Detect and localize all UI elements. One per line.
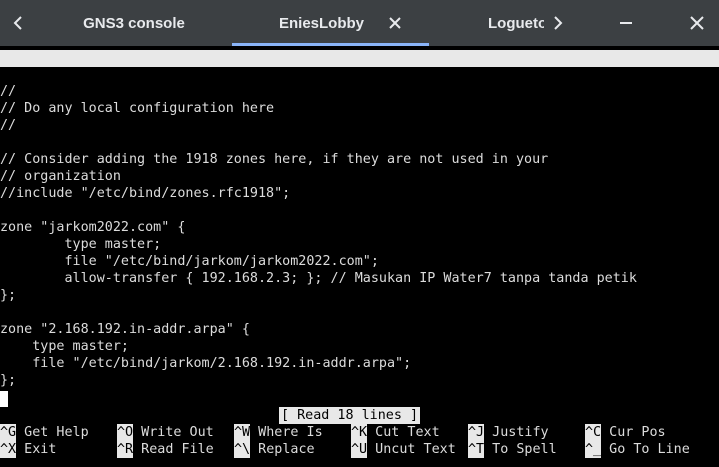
editor-line: allow-transfer { 192.168.2.3; }; // Masu…	[0, 271, 637, 286]
shortcut-key: ^_	[585, 441, 602, 458]
shortcut-write-out[interactable]: ^O Write Out	[117, 424, 214, 441]
shortcut-to-spell[interactable]: ^T To Spell	[468, 441, 557, 458]
tab-enieslobby[interactable]: EniesLobby	[232, 0, 429, 46]
editor-line: zone "2.168.192.in-addr.arpa" {	[0, 322, 250, 337]
text-cursor	[0, 391, 8, 407]
shortcut-replace[interactable]: ^\ Replace	[234, 441, 315, 458]
shortcut-label: Read File	[133, 442, 214, 457]
editor-line: type master;	[0, 237, 162, 252]
chevron-right-icon[interactable]	[544, 0, 572, 46]
editor-line: file "/etc/bind/jarkom/2.168.192.in-addr…	[0, 356, 412, 371]
shortcut-label: Cut Text	[367, 425, 440, 440]
shortcut-label: Uncut Text	[367, 442, 456, 457]
tab-bar: GNS3 console EniesLobby Loguetown	[0, 0, 719, 46]
shortcut-key: ^G	[0, 424, 17, 441]
close-icon[interactable]	[388, 16, 402, 30]
close-window-icon[interactable]	[679, 0, 715, 46]
shortcut-key: ^X	[0, 441, 17, 458]
shortcut-label: Write Out	[133, 425, 214, 440]
tab-gns3-console[interactable]: GNS3 console	[36, 0, 232, 46]
shortcut-label: Get Help	[16, 425, 89, 440]
shortcut-label: Justify	[484, 425, 549, 440]
shortcut-key: ^T	[468, 441, 485, 458]
shortcut-key: ^U	[351, 441, 368, 458]
shortcut-where-is[interactable]: ^W Where Is	[234, 424, 323, 441]
shortcut-label: Replace	[250, 442, 315, 457]
editor-line: file "/etc/bind/jarkom/jarkom2022.com";	[0, 254, 379, 269]
shortcut-get-help[interactable]: ^G Get Help	[0, 424, 89, 441]
shortcut-exit[interactable]: ^X Exit	[0, 441, 56, 458]
status-message: [ Read 18 lines ]	[279, 407, 421, 424]
nano-version: GNU nano 2.5.3	[18, 68, 128, 83]
shortcut-cur-pos[interactable]: ^C Cur Pos	[585, 424, 666, 441]
shortcut-key: ^O	[117, 424, 134, 441]
editor-line: // Consider adding the 1918 zones here, …	[0, 152, 549, 167]
shortcut-key: ^C	[585, 424, 602, 441]
tab-label: Loguetown	[488, 14, 544, 32]
editor-line: // Do any local configuration here	[0, 101, 275, 116]
shortcut-key: ^J	[468, 424, 485, 441]
shortcut-key: ^K	[351, 424, 368, 441]
shortcut-go-to-line[interactable]: ^_ Go To Line	[585, 441, 690, 458]
shortcut-uncut-text[interactable]: ^U Uncut Text	[351, 441, 456, 458]
shortcut-read-file[interactable]: ^R Read File	[117, 441, 214, 458]
tab-label: GNS3 console	[83, 14, 185, 32]
tab-label: EniesLobby	[279, 14, 365, 32]
shortcut-cut-text[interactable]: ^K Cut Text	[351, 424, 440, 441]
shortcut-label: To Spell	[484, 442, 557, 457]
shortcut-label: Go To Line	[601, 442, 690, 457]
minimize-icon[interactable]	[608, 0, 644, 46]
shortcut-key: ^R	[117, 441, 134, 458]
chevron-left-icon[interactable]	[4, 0, 32, 46]
editor-line: zone "jarkom2022.com" {	[0, 220, 186, 235]
editor-line: type master;	[0, 339, 129, 354]
shortcut-key: ^\	[234, 441, 251, 458]
active-tab-indicator	[232, 43, 429, 46]
editor-line: };	[0, 288, 17, 303]
editor-line: };	[0, 373, 17, 388]
editor-line: // organization	[0, 169, 121, 184]
editor-line: //include "/etc/bind/zones.rfc1918";	[0, 186, 291, 201]
tab-loguetown[interactable]: Loguetown	[488, 0, 544, 46]
shortcut-key: ^W	[234, 424, 251, 441]
editor-content[interactable]: // // Do any local configuration here // //…	[0, 83, 719, 389]
shortcut-label: Cur Pos	[601, 425, 666, 440]
editor-line: //	[0, 84, 17, 99]
shortcut-label: Where Is	[250, 425, 323, 440]
nano-title-bar: GNU nano 2.5.3 File: /etc/bind/named.con…	[0, 50, 719, 100]
editor-line: //	[0, 118, 17, 133]
shortcut-justify[interactable]: ^J Justify	[468, 424, 549, 441]
shortcut-label: Exit	[16, 442, 57, 457]
